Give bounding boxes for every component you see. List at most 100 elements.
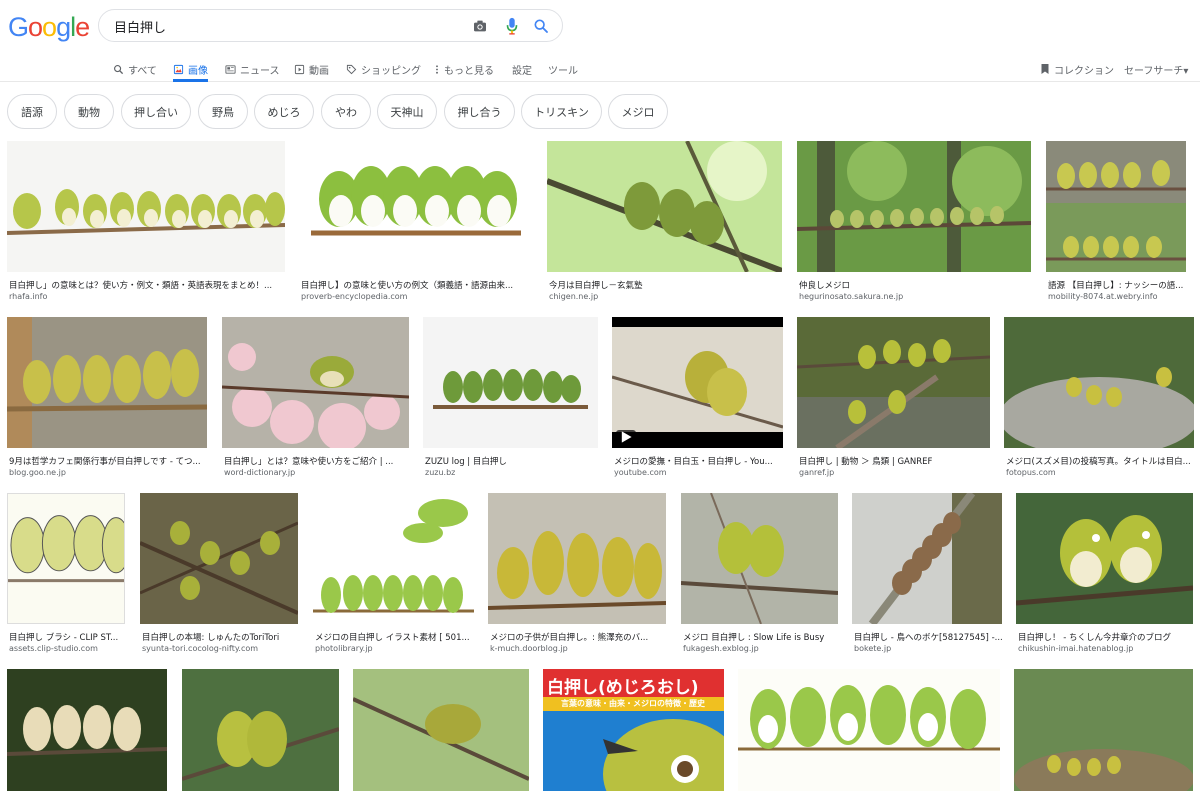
logo-letter: g: [56, 12, 71, 42]
bookmark-icon: [1041, 64, 1049, 74]
result-image[interactable]: [7, 493, 125, 624]
collections-link[interactable]: コレクション: [1040, 57, 1114, 81]
tab-more[interactable]: もっと見る: [434, 57, 494, 81]
tab-label: すべて: [128, 65, 157, 77]
collections-label: コレクション: [1054, 65, 1114, 77]
result-image[interactable]: [423, 317, 598, 448]
tab-videos[interactable]: 動画: [294, 57, 329, 81]
tab-news[interactable]: ニュース: [225, 57, 280, 81]
result-source: k-much.doorblog.jp: [490, 644, 568, 653]
result-caption[interactable]: 目白押し ブラシ - CLIP ST...: [9, 631, 127, 643]
result-image[interactable]: [547, 141, 782, 272]
result-video-thumbnail[interactable]: [612, 317, 783, 448]
result-caption[interactable]: メジロ(スズメ目)の投稿写真。タイトルは目白...: [1006, 455, 1196, 467]
search-tabs: すべて 画像 ニュース 動画 ショッピング もっと見る 設定 ツール コレクショ…: [0, 52, 1200, 82]
result-image[interactable]: [1004, 317, 1194, 448]
banner-title: 白押し(めじろおし): [547, 678, 699, 698]
result-image[interactable]: [1046, 141, 1186, 272]
chip[interactable]: 語源: [7, 94, 57, 129]
result-image[interactable]: [738, 669, 1000, 791]
chip[interactable]: トリスキン: [521, 94, 602, 129]
chip[interactable]: 動物: [64, 94, 114, 129]
result-image[interactable]: [488, 493, 666, 624]
result-caption[interactable]: メジロの目白押し イラスト素材 [ 501...: [315, 631, 476, 643]
result-image[interactable]: [182, 669, 339, 791]
image-icon: [173, 64, 184, 74]
result-source: ganref.jp: [799, 468, 835, 477]
result-caption[interactable]: 目白押し - 鳥へのボケ[58127545] -...: [854, 631, 1004, 643]
result-caption[interactable]: メジロ 目白押し : Slow Life is Busy: [683, 631, 840, 643]
result-source: fotopus.com: [1006, 468, 1056, 477]
result-image[interactable]: [222, 317, 409, 448]
result-caption[interactable]: 目白押し | 動物 ＞ 鳥類 | GANREF: [799, 455, 992, 467]
result-image[interactable]: [1016, 493, 1193, 624]
logo-letter: o: [28, 12, 43, 42]
result-caption[interactable]: 目白押し！ - ちくしん今井章介のブログ: [1018, 631, 1195, 643]
tab-label: 画像: [188, 65, 208, 77]
safesearch-button[interactable]: セーフサーチ▾: [1124, 57, 1188, 81]
result-caption[interactable]: 目白押し」とは？意味や使い方をご紹介 | ...: [224, 455, 411, 467]
logo-letter: e: [75, 12, 90, 42]
more-icon: [436, 64, 438, 74]
search-icon: [114, 64, 124, 74]
result-source: proverb-encyclopedia.com: [301, 292, 408, 301]
result-image[interactable]: [140, 493, 298, 624]
result-source: fukagesh.exblog.jp: [683, 644, 759, 653]
result-image[interactable]: [681, 493, 838, 624]
result-source: chigen.ne.jp: [549, 292, 599, 301]
result-caption[interactable]: 目白押し】の意味と使い方の例文（類義語・語源由来...: [301, 279, 531, 291]
result-caption[interactable]: 語源 【目白押し】: ナッシーの語...: [1048, 279, 1188, 291]
result-caption[interactable]: 仲良しメジロ: [799, 279, 1029, 291]
result-image[interactable]: [299, 141, 533, 272]
result-caption[interactable]: 9月は哲学カフェ関係行事が目白押しです - てつ...: [9, 455, 209, 467]
result-source: syunta-tori.cocolog-nifty.com: [142, 644, 259, 653]
tab-shopping[interactable]: ショッピング: [346, 57, 421, 81]
video-icon: [294, 64, 305, 74]
chip[interactable]: 押し合い: [121, 94, 191, 129]
result-caption[interactable]: 目白押しの本場: しゅんたのToriTori: [142, 631, 300, 643]
google-logo[interactable]: Google: [8, 12, 90, 43]
result-image[interactable]: [852, 493, 1002, 624]
result-image[interactable]: [797, 141, 1031, 272]
result-source: chikushin-imai.hatenablog.jp: [1018, 644, 1134, 653]
result-image[interactable]: [353, 669, 529, 791]
chip[interactable]: 野鳥: [198, 94, 248, 129]
result-source: youtube.com: [614, 468, 667, 477]
chip[interactable]: 押し合う: [444, 94, 515, 129]
result-caption[interactable]: 今月は目白押し－玄氣塾: [549, 279, 781, 291]
result-image[interactable]: [797, 317, 990, 448]
result-caption[interactable]: メジロの子供が目白押し。: 熊澤充のバ...: [490, 631, 668, 643]
chip[interactable]: メジロ: [608, 94, 668, 129]
result-image[interactable]: [7, 141, 285, 272]
logo-letter: G: [8, 12, 29, 42]
search-icon[interactable]: [532, 17, 550, 35]
search-input[interactable]: [114, 16, 454, 36]
result-image[interactable]: 白押し(めじろおし) 言葉の意味・由来・メジロの特徴・歴史: [543, 669, 724, 791]
result-source: photolibrary.jp: [315, 644, 373, 653]
result-source: hegurinosato.sakura.ne.jp: [799, 292, 904, 301]
mic-icon[interactable]: [503, 17, 521, 35]
result-image[interactable]: [7, 669, 167, 791]
result-image[interactable]: [1014, 669, 1193, 791]
tab-images[interactable]: 画像: [173, 57, 208, 82]
tab-tools[interactable]: ツール: [548, 57, 578, 81]
result-source: bokete.jp: [854, 644, 892, 653]
search-box[interactable]: [98, 9, 563, 42]
chip[interactable]: 天神山: [377, 94, 437, 129]
tag-icon: [346, 64, 357, 74]
result-caption[interactable]: メジロの愛撫・目白玉・目白押し - You...: [614, 455, 785, 467]
tab-settings[interactable]: 設定: [512, 57, 532, 81]
tab-label: もっと見る: [444, 65, 494, 77]
result-caption[interactable]: 目白押し」の意味とは？使い方・例文・類語・英語表現をまとめ！...: [9, 279, 284, 291]
tab-label: ショッピング: [361, 65, 421, 77]
result-image[interactable]: [313, 493, 474, 624]
result-caption[interactable]: ZUZU log | 目白押し: [425, 455, 600, 467]
result-source: word-dictionary.jp: [224, 468, 296, 477]
result-source: blog.goo.ne.jp: [9, 468, 66, 477]
result-image[interactable]: [7, 317, 207, 448]
tab-all[interactable]: すべて: [113, 57, 157, 81]
chip[interactable]: めじろ: [254, 94, 314, 129]
camera-icon[interactable]: [471, 17, 489, 35]
tab-label: 動画: [309, 65, 329, 77]
chip[interactable]: やわ: [321, 94, 371, 129]
